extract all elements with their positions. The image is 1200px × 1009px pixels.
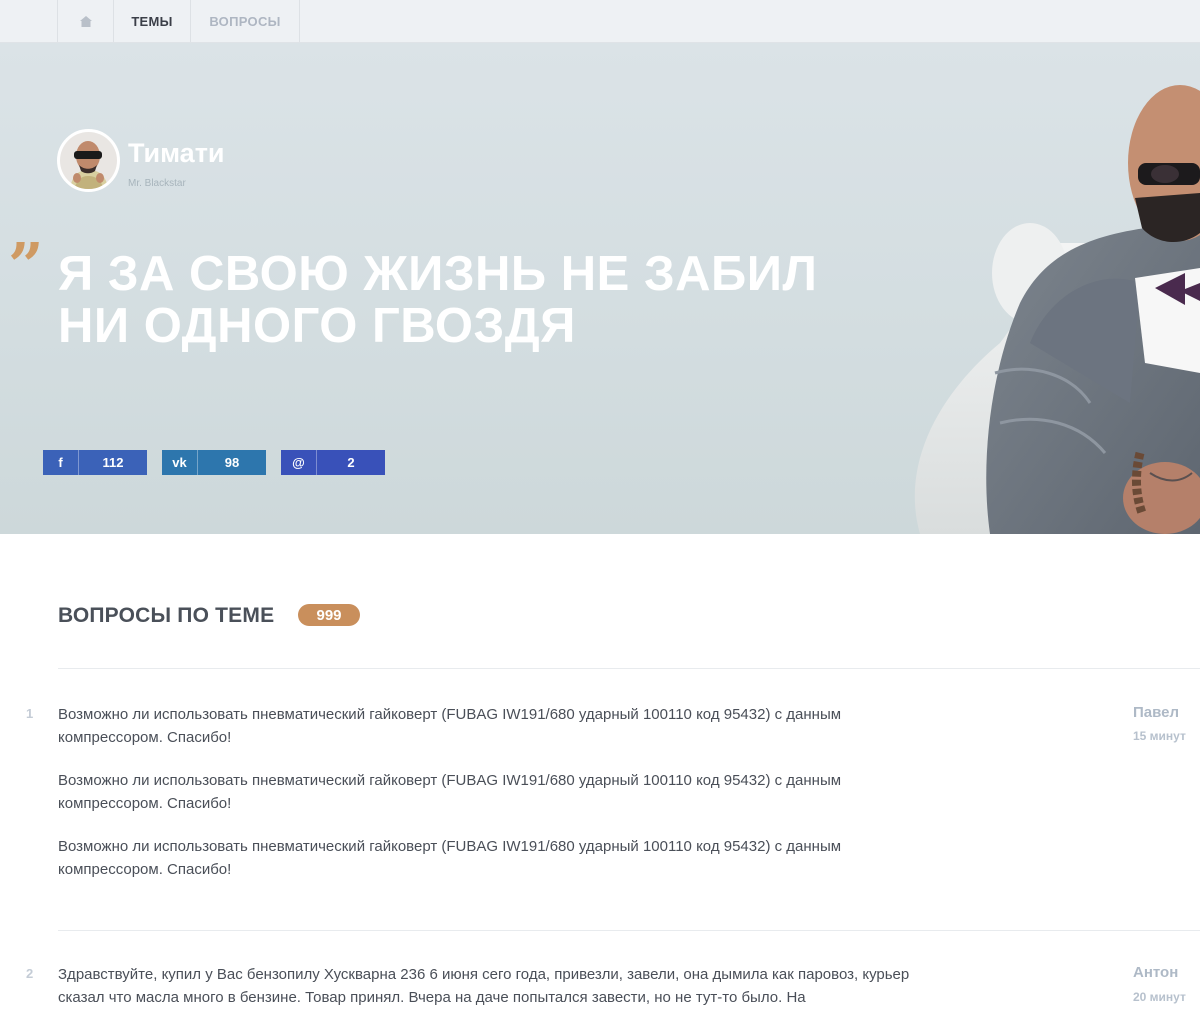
question-time: 20 минут — [1133, 990, 1186, 1004]
share-vk-button[interactable]: vk 98 — [162, 450, 266, 475]
question-text[interactable]: Возможно ли использовать пневматический … — [58, 769, 938, 815]
questions-section-title: ВОПРОСЫ ПО ТЕМЕ — [58, 604, 275, 627]
home-icon — [79, 15, 92, 27]
share-email-button[interactable]: @ 2 — [281, 450, 385, 475]
share-facebook-count: 112 — [102, 455, 124, 470]
nav-tab-questions[interactable]: ВОПРОСЫ — [190, 0, 300, 42]
question-number: 1 — [26, 706, 34, 721]
question-time: 15 минут — [1133, 729, 1186, 743]
share-vk-count: 98 — [224, 455, 240, 470]
share-facebook-button[interactable]: f 112 — [43, 450, 147, 475]
question-number: 2 — [26, 966, 34, 981]
hero-quote: Я ЗА СВОЮ ЖИЗНЬ НЕ ЗАБИЛ НИ ОДНОГО ГВОЗД… — [58, 247, 818, 353]
top-nav: ТЕМЫ ВОПРОСЫ — [0, 0, 1200, 43]
share-email-count: 2 — [347, 455, 355, 470]
author-subtitle: Mr. Blackstar — [128, 178, 186, 189]
quote-mark: ” — [8, 229, 44, 302]
question-author[interactable]: Павел — [1133, 704, 1179, 721]
question-text[interactable]: Возможно ли использовать пневматический … — [58, 835, 938, 881]
facebook-icon: f — [43, 450, 79, 475]
question-text[interactable]: Возможно ли использовать пневматический … — [58, 703, 938, 749]
author-avatar[interactable] — [57, 129, 120, 192]
hero-banner: Тимати Mr. Blackstar ” Я ЗА СВОЮ ЖИЗНЬ Н… — [0, 43, 1200, 534]
hero-photo — [914, 85, 1200, 534]
nav-tabs: ТЕМЫ ВОПРОСЫ — [57, 0, 300, 42]
nav-tab-topics[interactable]: ТЕМЫ — [113, 0, 190, 42]
question-divider — [58, 930, 1200, 931]
question-text[interactable]: Здравствуйте, купил у Вас бензопилу Хуск… — [58, 963, 938, 1009]
author-name[interactable]: Тимати — [128, 138, 225, 169]
question-author[interactable]: Антон — [1133, 964, 1178, 981]
email-icon: @ — [281, 450, 317, 475]
nav-home-button[interactable] — [57, 0, 113, 42]
vk-icon: vk — [162, 450, 198, 475]
author-avatar-image — [60, 132, 117, 189]
section-divider — [58, 668, 1200, 669]
questions-count-badge: 999 — [298, 604, 360, 626]
